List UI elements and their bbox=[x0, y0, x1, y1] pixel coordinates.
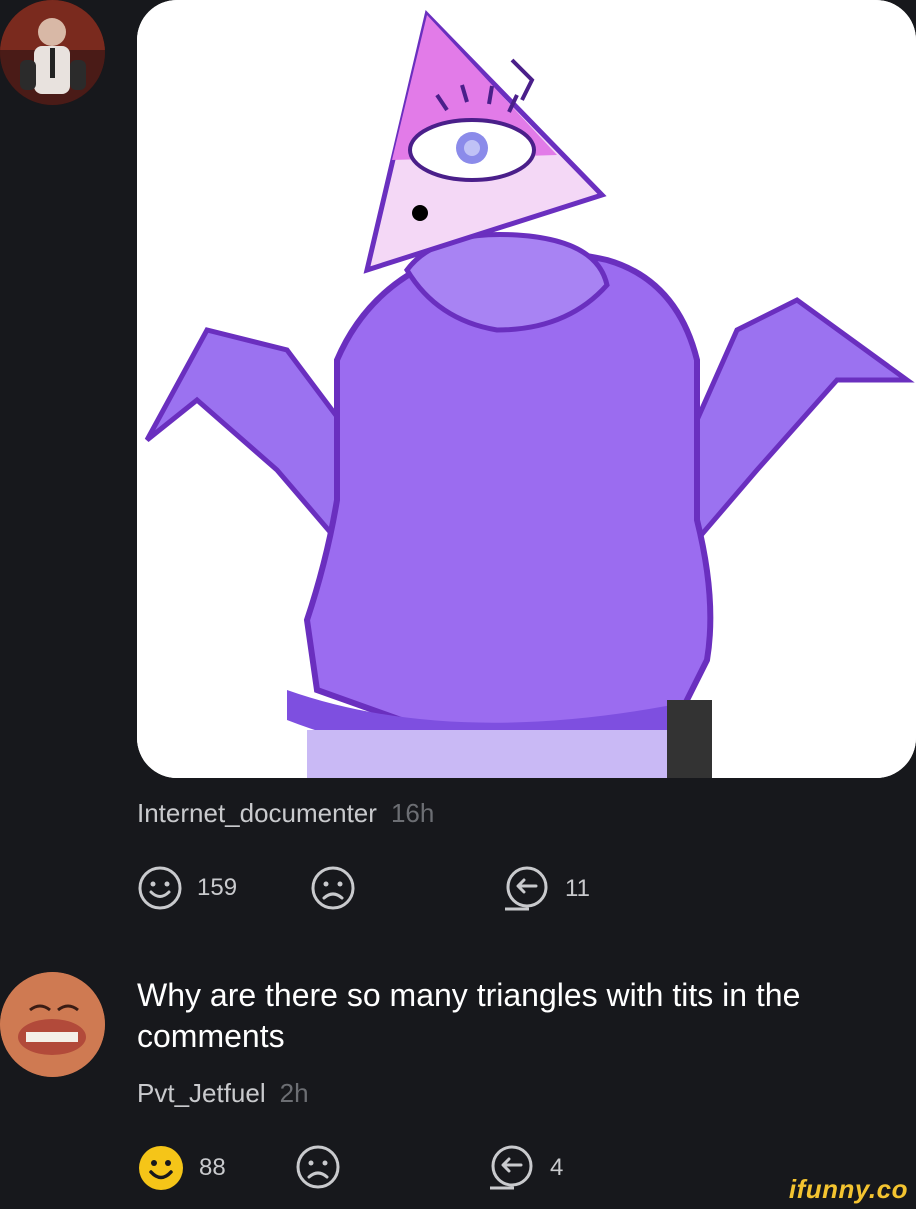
smile-filled-icon bbox=[137, 1144, 185, 1192]
post-author-name[interactable]: Internet_documenter bbox=[137, 798, 377, 828]
reply-icon bbox=[503, 865, 551, 913]
unsmile-icon bbox=[310, 865, 356, 911]
post-author-avatar[interactable] bbox=[0, 0, 105, 105]
comment-reply-count: 4 bbox=[550, 1154, 564, 1181]
post-time: 16h bbox=[390, 798, 435, 828]
comment-reply-button[interactable]: 4 bbox=[488, 1144, 563, 1192]
post-reply-button[interactable]: 11 bbox=[503, 865, 590, 913]
comment-time: 2h bbox=[279, 1078, 309, 1108]
comment-smile-button[interactable]: 88 bbox=[137, 1144, 226, 1192]
comment-text: Why are there so many triangles with tit… bbox=[137, 977, 801, 1054]
post-reply-count: 11 bbox=[565, 875, 590, 902]
unsmile-icon bbox=[295, 1144, 341, 1190]
comment-author-avatar[interactable] bbox=[0, 972, 105, 1077]
post-image[interactable] bbox=[137, 0, 916, 778]
post-unsmile-button[interactable] bbox=[310, 865, 356, 911]
comment-smile-count: 88 bbox=[199, 1154, 226, 1181]
comment-unsmile-button[interactable] bbox=[295, 1144, 341, 1190]
reply-icon bbox=[488, 1144, 536, 1192]
ifunny-watermark: ifunny.co bbox=[788, 1174, 908, 1204]
post-smile-button[interactable]: 159 bbox=[137, 865, 237, 911]
smile-icon bbox=[137, 865, 183, 911]
post-smile-count: 159 bbox=[197, 874, 238, 901]
comment-author-name[interactable]: Pvt_Jetfuel bbox=[137, 1078, 266, 1108]
